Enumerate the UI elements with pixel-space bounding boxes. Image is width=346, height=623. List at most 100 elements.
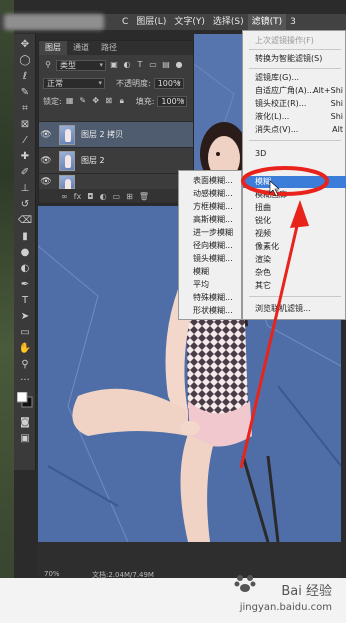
menu-item-last-filter[interactable]: 上次滤镜操作(F): [243, 35, 346, 47]
more-tools-icon[interactable]: ···: [17, 374, 33, 388]
move-tool-icon[interactable]: ✥: [17, 38, 33, 52]
visibility-eye-icon[interactable]: 👁︎: [39, 130, 53, 140]
tab-paths[interactable]: 路径: [95, 41, 123, 55]
menu-item-layer[interactable]: 图层(L): [132, 14, 170, 30]
layer-row[interactable]: 👁︎ 图层 2: [39, 147, 193, 173]
dodge-tool-icon[interactable]: ◐: [17, 262, 33, 276]
fill-label: 填充:: [135, 96, 155, 106]
lock-paint-icon[interactable]: ✎: [78, 96, 88, 106]
history-brush-tool-icon[interactable]: ↺: [17, 198, 33, 212]
menu-item-c[interactable]: C: [118, 14, 132, 30]
hand-tool-icon[interactable]: ✋: [17, 342, 33, 356]
tab-channels[interactable]: 通道: [67, 41, 95, 55]
visibility-eye-icon[interactable]: 👁︎: [39, 177, 53, 187]
menu-item-video[interactable]: 视频: [243, 228, 346, 240]
menu-item-liquify[interactable]: 液化(L)... Shi: [243, 111, 346, 123]
quick-mask-icon[interactable]: ◙: [17, 416, 33, 430]
lock-position-icon[interactable]: ✥: [91, 96, 101, 106]
new-layer-icon[interactable]: ⊞: [126, 192, 133, 201]
menu-item-adaptive-wide-angle[interactable]: 自适应广角(A)... Alt+Shi: [243, 85, 346, 97]
mask-icon[interactable]: ◘: [87, 192, 93, 201]
visibility-eye-icon[interactable]: 👁︎: [39, 156, 53, 166]
zoom-tool-icon[interactable]: ⚲: [17, 358, 33, 372]
group-icon[interactable]: ▭: [113, 192, 121, 201]
opacity-input[interactable]: 100%: [153, 77, 184, 89]
status-bar: 70% 文档:2.04M/7.49M: [38, 542, 341, 579]
menu-item-lens-correction[interactable]: 镜头校正(R)... Shi: [243, 98, 346, 110]
kind-filter-select[interactable]: 类型: [56, 59, 106, 71]
menu-item-render[interactable]: 渲染: [243, 254, 346, 266]
gradient-tool-icon[interactable]: ▮: [17, 230, 33, 244]
menu-item-filter-gallery[interactable]: 滤镜库(G)...: [243, 72, 346, 84]
menu-item-3d[interactable]: 3: [286, 14, 300, 30]
menu-item-browse-online[interactable]: 浏览联机滤镜...: [243, 303, 346, 315]
pixel-filter-icon[interactable]: ▣: [109, 60, 119, 70]
submenu-item-smart-blur[interactable]: 特殊模糊...: [179, 292, 243, 304]
lasso-tool-icon[interactable]: ℓ: [17, 70, 33, 84]
menu-item-other[interactable]: 其它: [243, 280, 346, 292]
lock-artboard-icon[interactable]: ⊠: [104, 96, 114, 106]
screen-mode-icon[interactable]: ▣: [17, 432, 33, 446]
lock-transparency-icon[interactable]: ▦: [65, 96, 75, 106]
menu-item-sharpen[interactable]: 锐化: [243, 215, 346, 227]
submenu-item-blur-more[interactable]: 进一步模糊: [179, 227, 243, 239]
eyedropper-tool-icon[interactable]: ⁄: [17, 134, 33, 148]
crop-tool-icon[interactable]: ⌗: [17, 102, 33, 116]
submenu-item-box-blur[interactable]: 方框模糊...: [179, 201, 243, 213]
fx-icon[interactable]: fx: [74, 192, 82, 201]
smart-filter-icon[interactable]: ▤: [161, 60, 171, 70]
submenu-item-lens-blur[interactable]: 镜头模糊...: [179, 253, 243, 265]
type-filter-icon[interactable]: T: [135, 60, 145, 70]
submenu-item-blur[interactable]: 模糊: [179, 266, 243, 278]
submenu-item-motion-blur[interactable]: 动感模糊...: [179, 188, 243, 200]
blend-mode-select[interactable]: 正常: [43, 77, 105, 89]
submenu-item-radial-blur[interactable]: 径向模糊...: [179, 240, 243, 252]
path-select-tool-icon[interactable]: ➤: [17, 310, 33, 324]
trash-icon[interactable]: 🗑︎: [139, 192, 149, 201]
tab-layers[interactable]: 图层: [39, 41, 67, 55]
blur-submenu: 表面模糊... 动感模糊... 方框模糊... 高斯模糊... 进一步模糊 径向…: [178, 170, 242, 320]
submenu-item-average[interactable]: 平均: [179, 279, 243, 291]
color-swatches-icon[interactable]: [16, 391, 33, 408]
lock-all-icon[interactable]: 🔒︎: [117, 96, 127, 106]
menu-item-type[interactable]: 文字(Y): [170, 14, 209, 30]
menu-item-select[interactable]: 选择(S): [209, 14, 248, 30]
link-icon[interactable]: ∞: [61, 192, 68, 201]
menu-shortcut: Shi: [330, 112, 343, 121]
adjustment-icon[interactable]: ◐: [100, 192, 107, 201]
menu-item-3d[interactable]: 3D: [243, 148, 346, 160]
menu-item-blur[interactable]: 模糊: [243, 176, 346, 188]
menu-item-filter[interactable]: 滤镜(T): [247, 14, 287, 30]
lock-label: 锁定:: [43, 96, 62, 106]
menu-item-convert-smart-filter[interactable]: 转换为智能滤镜(S): [243, 53, 346, 65]
fill-input[interactable]: 100%: [157, 95, 188, 107]
quick-select-tool-icon[interactable]: ✎: [17, 86, 33, 100]
blur-tool-icon[interactable]: ●: [17, 246, 33, 260]
marquee-tool-icon[interactable]: ◯: [17, 54, 33, 68]
layer-row[interactable]: 👁︎: [39, 173, 193, 192]
eraser-tool-icon[interactable]: ⌫: [17, 214, 33, 228]
submenu-item-shape-blur[interactable]: 形状模糊...: [179, 305, 243, 317]
menu-item-blur-gallery[interactable]: 模糊画廊: [243, 189, 346, 201]
frame-tool-icon[interactable]: ⊠: [17, 118, 33, 132]
shape-filter-icon[interactable]: ▭: [148, 60, 158, 70]
brush-tool-icon[interactable]: ✐: [17, 166, 33, 180]
submenu-item-surface-blur[interactable]: 表面模糊...: [179, 175, 243, 187]
zoom-level[interactable]: 70%: [44, 570, 60, 578]
menu-item-pixelate[interactable]: 像素化: [243, 241, 346, 253]
adjustment-filter-icon[interactable]: ◐: [122, 60, 132, 70]
pen-tool-icon[interactable]: ✒: [17, 278, 33, 292]
type-tool-icon[interactable]: T: [17, 294, 33, 308]
menu-item-distort[interactable]: 扭曲: [243, 202, 346, 214]
healing-tool-icon[interactable]: ✚: [17, 150, 33, 164]
submenu-item-gaussian-blur[interactable]: 高斯模糊...: [179, 214, 243, 226]
menu-item-noise[interactable]: 杂色: [243, 267, 346, 279]
menu-item-label: 渲染: [255, 255, 271, 264]
watermark-url: jingyan.baidu.com: [239, 602, 332, 613]
shape-tool-icon[interactable]: ▭: [17, 326, 33, 340]
stamp-tool-icon[interactable]: ⊥: [17, 182, 33, 196]
layer-row[interactable]: 👁︎ 图层 2 拷贝: [39, 121, 193, 147]
menu-item-label: 3D: [255, 149, 267, 158]
menu-item-vanishing-point[interactable]: 消失点(V)... Alt: [243, 124, 346, 136]
filter-toggle-icon[interactable]: ●: [174, 60, 184, 70]
